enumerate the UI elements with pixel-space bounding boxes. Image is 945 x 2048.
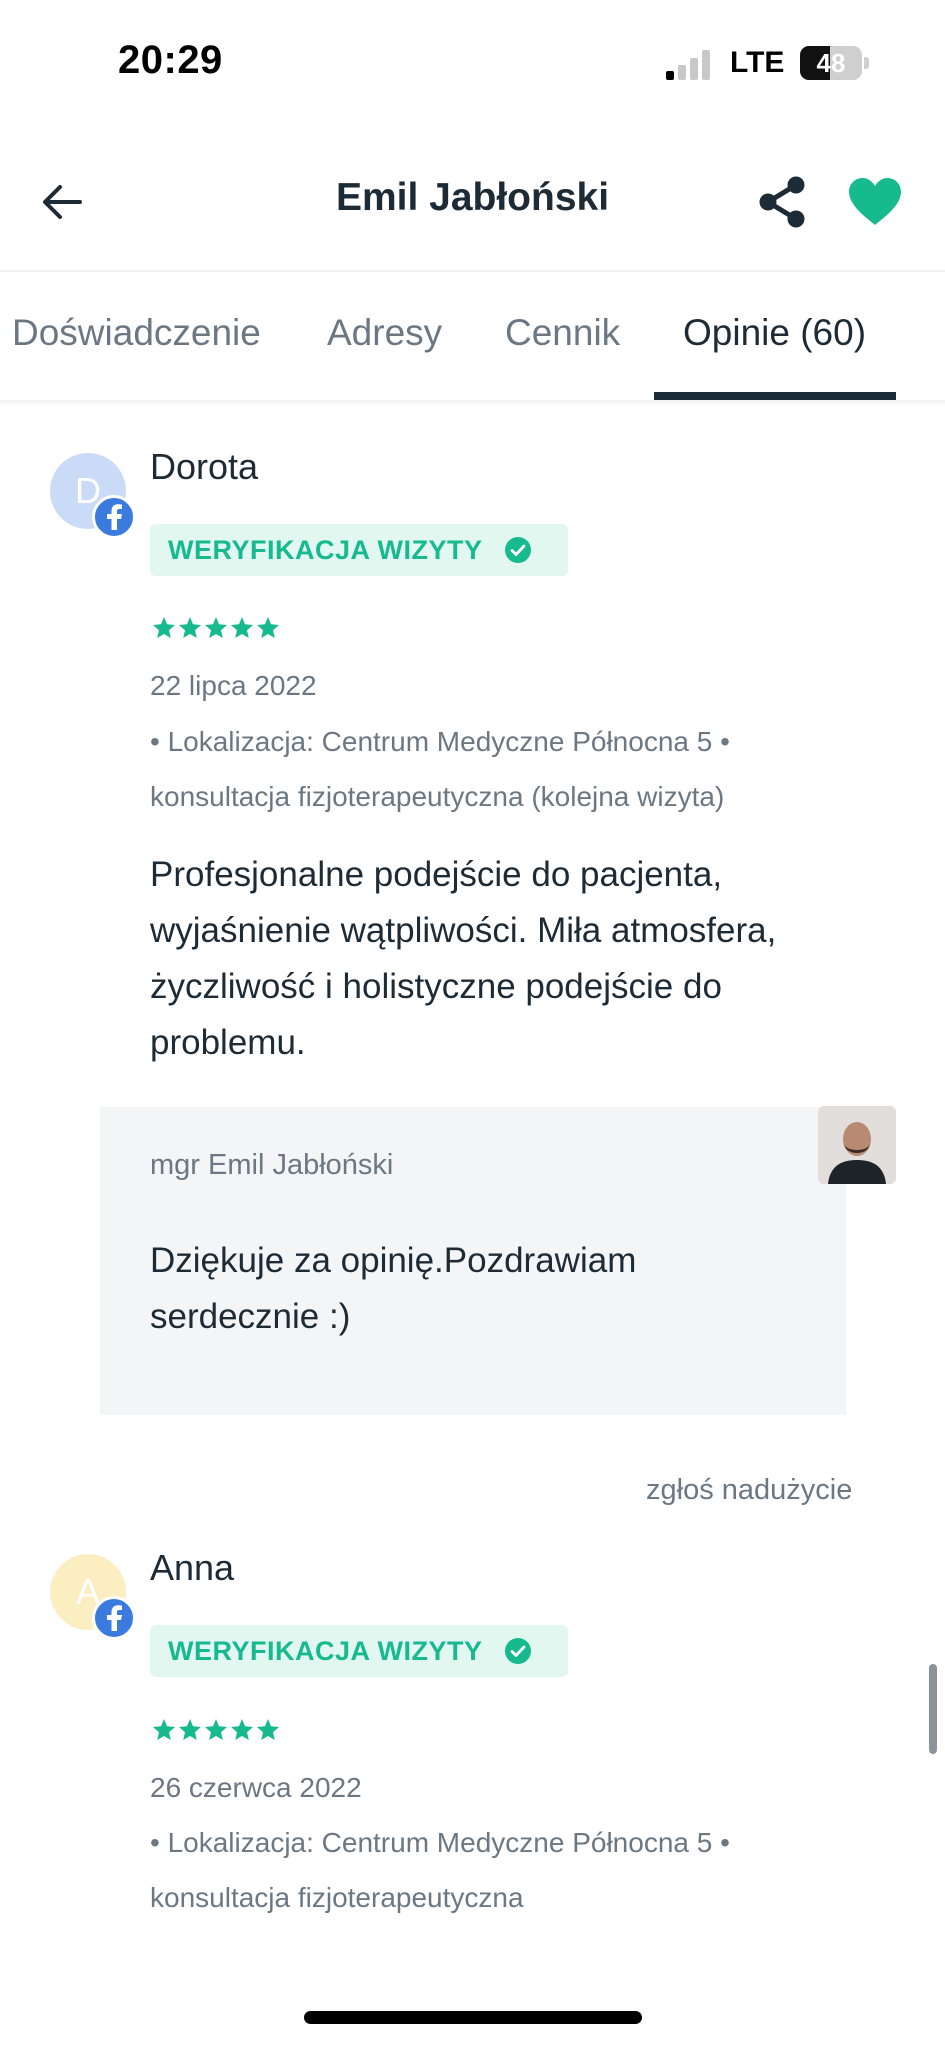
review-text: Profesjonalne podejście do pacjenta, wyj…: [150, 855, 777, 1062]
check-circle-icon: [504, 1638, 531, 1664]
share-icon: [759, 176, 805, 228]
check-circle-icon: [504, 537, 531, 563]
review-date: 26 czerwca 2022: [150, 1772, 362, 1803]
verified-visit-label: WERYFIKACJA WIZYTY: [168, 534, 483, 565]
tab-addresses[interactable]: Adresy: [327, 312, 442, 354]
status-bar: 20:29 LTE 48: [0, 0, 945, 130]
active-tab-indicator: [654, 392, 896, 400]
rating-stars: [152, 616, 280, 640]
status-time: 20:29: [118, 38, 223, 82]
star-icon: [231, 1719, 253, 1740]
report-abuse-link[interactable]: zgłoś nadużycie: [646, 1474, 852, 1507]
home-indicator[interactable]: [304, 2011, 642, 2024]
verified-visit-badge: WERYFIKACJA WIZYTY: [150, 524, 568, 576]
scrollbar[interactable]: [929, 1664, 937, 1754]
reviewer-name: Anna: [150, 1547, 235, 1588]
tab-reviews[interactable]: Opinie (60): [683, 312, 866, 354]
signal-icon: [666, 50, 714, 80]
reviewer-name: Dorota: [150, 446, 259, 487]
battery-level: 48: [816, 48, 846, 78]
review-date: 22 lipca 2022: [150, 670, 317, 701]
network-type: LTE: [730, 46, 785, 79]
share-button[interactable]: [750, 170, 814, 234]
star-icon: [153, 617, 175, 638]
top-app-bar: Emil Jabłoński: [0, 140, 945, 270]
tab-pricing[interactable]: Cennik: [505, 312, 620, 354]
star-icon: [257, 1719, 279, 1740]
tab-experience[interactable]: Doświadczenie: [12, 312, 261, 354]
battery-icon: 48: [800, 46, 862, 80]
doctor-avatar: [818, 1106, 896, 1184]
verified-visit-label: WERYFIKACJA WIZYTY: [168, 1635, 483, 1666]
star-icon: [153, 1719, 175, 1740]
star-icon: [205, 1719, 227, 1740]
facebook-icon: [92, 1596, 136, 1640]
reviews-list[interactable]: D Dorota WERYFIKACJA WIZYTY 22 lipca 202…: [0, 400, 945, 1965]
star-icon: [205, 617, 227, 638]
doctor-reply: mgr Emil Jabłoński Dziękuje za opinię.Po…: [100, 1107, 846, 1415]
verified-visit-badge: WERYFIKACJA WIZYTY: [150, 1625, 568, 1677]
star-icon: [179, 617, 201, 638]
heart-icon: [849, 178, 901, 225]
review-location-service: • Lokalizacja: Centrum Medyczne Północna…: [150, 726, 730, 812]
facebook-icon: [92, 495, 136, 539]
reply-text: Dziękuje za opinię.Pozdrawiam serdecznie…: [150, 1241, 637, 1336]
star-icon: [179, 1719, 201, 1740]
review-location-service: • Lokalizacja: Centrum Medyczne Północna…: [150, 1827, 730, 1913]
profile-tabs: Doświadczenie Adresy Cennik Opinie (60): [0, 272, 945, 400]
battery-cap: [864, 57, 869, 69]
favorite-button[interactable]: [840, 170, 910, 234]
star-icon: [257, 617, 279, 638]
rating-stars: [152, 1718, 280, 1742]
reply-author: mgr Emil Jabłoński: [150, 1149, 394, 1181]
star-icon: [231, 617, 253, 638]
